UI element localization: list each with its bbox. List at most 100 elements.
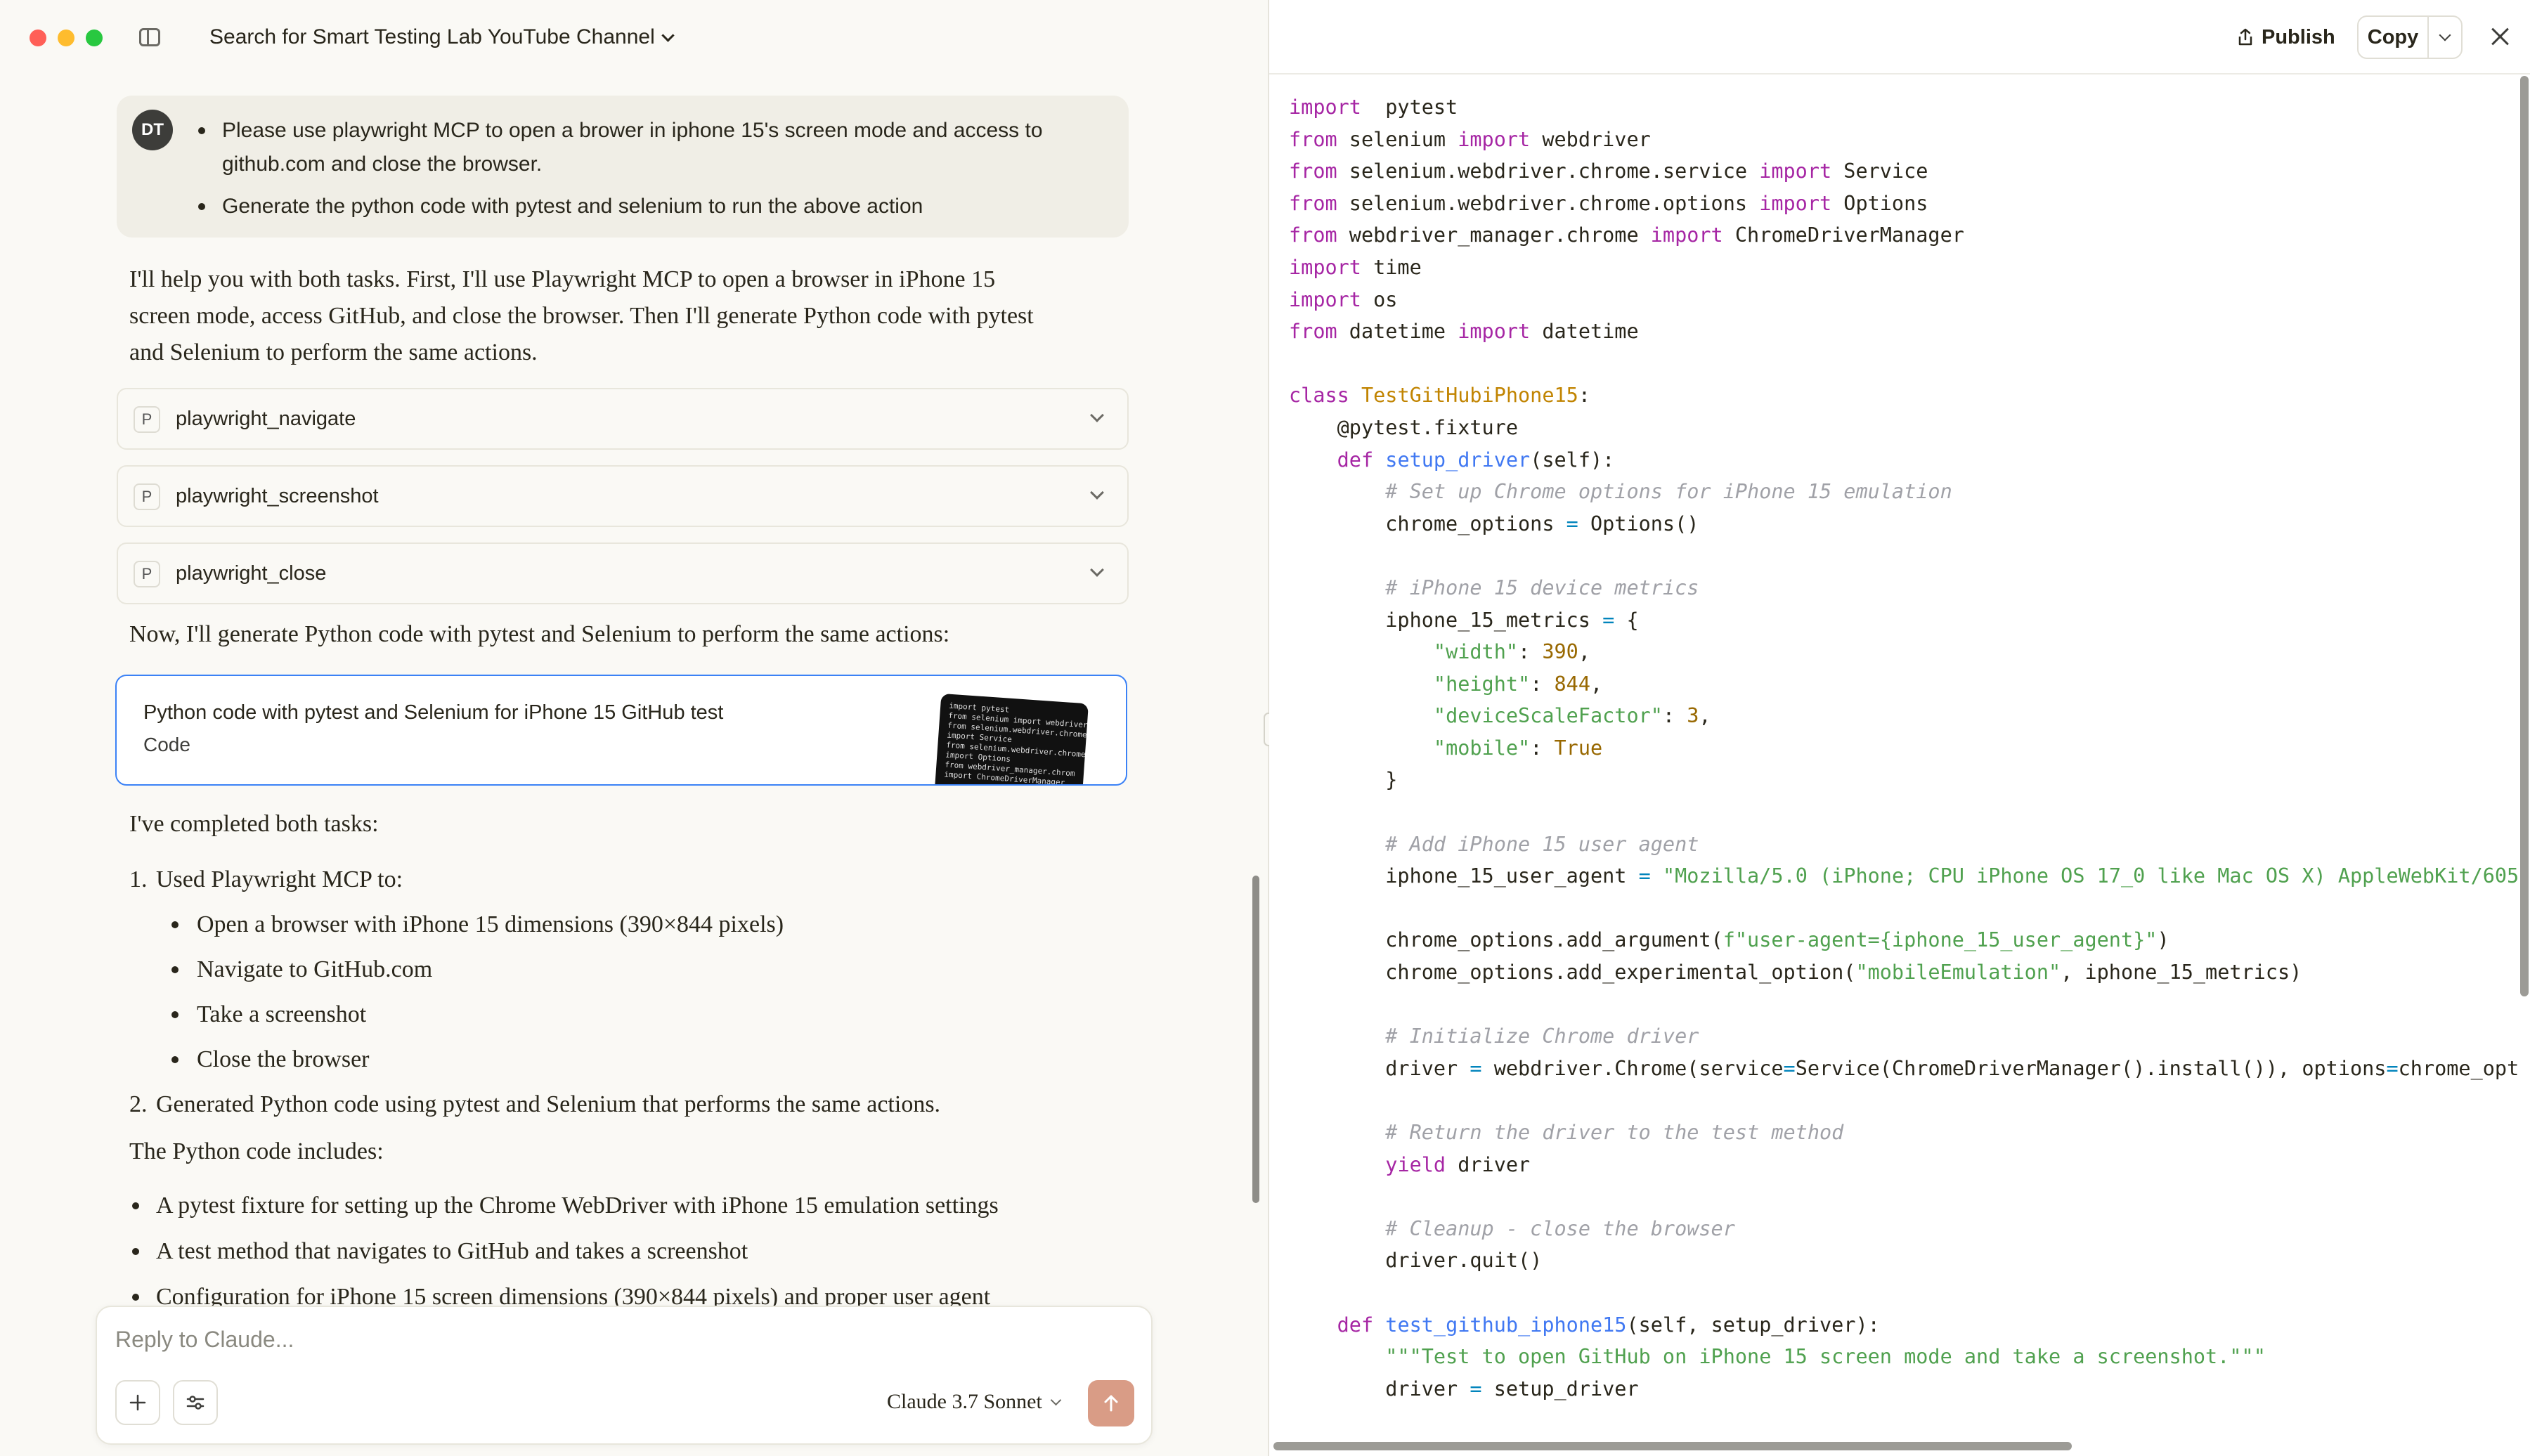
close-icon[interactable] [2486, 22, 2515, 51]
reply-input[interactable] [115, 1322, 1127, 1356]
tool-badge: P [134, 561, 160, 587]
code-line: chrome_options.add_argument(f"user-agent… [1289, 924, 2520, 956]
code-token: selenium [1337, 127, 1458, 151]
avatar: DT [132, 110, 173, 150]
zoom-window-button[interactable] [86, 30, 103, 46]
code-token: : [1530, 672, 1555, 696]
tool-call-playwright-close[interactable]: P playwright_close [117, 542, 1129, 604]
chat-title-menu[interactable]: Search for Smart Testing Lab YouTube Cha… [209, 25, 675, 49]
add-button[interactable] [115, 1380, 160, 1425]
code-token: # Cleanup - close the browser [1385, 1216, 1735, 1240]
code-token: driver [1446, 1152, 1531, 1176]
code-line: driver.quit() [1289, 1244, 2520, 1277]
copy-button[interactable]: Copy [2359, 17, 2429, 58]
step-number: 1. [129, 866, 148, 892]
code-token: # Add iPhone 15 user agent [1385, 832, 1699, 856]
user-message: DT Please use playwright MCP to open a b… [117, 96, 1129, 238]
chevron-down-icon [1090, 563, 1104, 577]
code-token: "deviceScaleFactor" [1433, 704, 1663, 728]
artifact-header: Publish Copy [1269, 0, 2530, 74]
arrow-up-icon [1104, 1395, 1118, 1412]
code-token: from [1289, 160, 1337, 183]
tool-call-playwright-navigate[interactable]: P playwright_navigate [117, 388, 1129, 450]
code-line: # Set up Chrome options for iPhone 15 em… [1289, 476, 2520, 508]
publish-button[interactable]: Publish [2231, 20, 2341, 55]
minimize-window-button[interactable] [58, 30, 74, 46]
code-token: (self, setup_driver): [1626, 1313, 1880, 1337]
code-token: import [1759, 160, 1832, 183]
code-token: : [1662, 704, 1687, 728]
code-token: pytest [1361, 96, 1458, 119]
user-message-list: Please use playwright MCP to open a brow… [198, 114, 1108, 232]
chevron-down-icon [661, 28, 675, 42]
code-token: # Initialize Chrome driver [1385, 1025, 1699, 1048]
tool-name: playwright_screenshot [176, 485, 379, 507]
code-token: import [1458, 320, 1531, 344]
tool-call-playwright-screenshot[interactable]: P playwright_screenshot [117, 465, 1129, 527]
step-number: 2. [129, 1091, 148, 1117]
code-token: driver.quit() [1289, 1249, 1543, 1273]
code-line: @pytest.fixture [1289, 412, 2520, 444]
code-token: = [1783, 1056, 1796, 1080]
code-token: chrome_options.add_argument( [1289, 928, 1723, 952]
chat-scrollbar[interactable] [1252, 876, 1259, 1203]
code-token: True [1554, 736, 1603, 760]
code-token: 844 [1554, 672, 1590, 696]
code-token: def [1337, 1313, 1374, 1337]
list-item: Generate the python code with pytest and… [198, 190, 1108, 223]
sidebar-toggle-icon[interactable] [139, 28, 160, 46]
code-token: from [1289, 223, 1337, 247]
code-token: , [1590, 672, 1603, 696]
code-horizontal-scrollbar[interactable] [1273, 1442, 2072, 1450]
list-item: A test method that navigates to GitHub a… [129, 1233, 1113, 1270]
assistant-now-text: Now, I'll generate Python code with pyte… [129, 621, 950, 647]
share-icon [2238, 28, 2252, 46]
sliders-icon [186, 1396, 205, 1410]
copy-options-button[interactable] [2429, 17, 2461, 58]
list-item: Navigate to GitHub.com [156, 951, 1113, 988]
artifact-title: Python code with pytest and Selenium for… [143, 701, 724, 724]
code-line: from selenium.webdriver.chrome.service i… [1289, 155, 2520, 188]
code-line: # Return the driver to the test method [1289, 1117, 2520, 1149]
code-token: import [1289, 96, 1361, 119]
send-button[interactable] [1088, 1380, 1134, 1426]
code-token: "mobile" [1433, 736, 1531, 760]
close-window-button[interactable] [30, 30, 46, 46]
code-line: driver = setup_driver [1289, 1373, 2520, 1405]
artifact-card[interactable]: Python code with pytest and Selenium for… [115, 675, 1127, 786]
tools-button[interactable] [173, 1380, 218, 1425]
code-token: ChromeDriverManager [1723, 223, 1964, 247]
code-vertical-scrollbar[interactable] [2520, 76, 2529, 996]
code-line: """Test to open GitHub on iPhone 15 scre… [1289, 1341, 2520, 1373]
code-token: 3 [1687, 704, 1699, 728]
code-line: iphone_15_metrics = { [1289, 604, 2520, 637]
code-line: # Add iPhone 15 user agent [1289, 828, 2520, 861]
code-token: TestGitHubiPhone15 [1361, 384, 1578, 408]
code-token: datetime [1337, 320, 1458, 344]
steps-list: 1. Used Playwright MCP to: Open a browse… [129, 862, 1113, 1123]
code-token: setup_driver [1385, 448, 1531, 472]
composer: Claude 3.7 Sonnet [96, 1306, 1153, 1445]
code-token: # Return the driver to the test method [1385, 1121, 1844, 1144]
code-line: "width": 390, [1289, 636, 2520, 668]
tool-name: playwright_close [176, 562, 327, 585]
code-token: Service(ChromeDriverManager().install())… [1795, 1056, 2387, 1080]
artifact-type: Code [143, 734, 190, 755]
plus-icon [129, 1394, 146, 1411]
code-token: = [1470, 1377, 1482, 1400]
code-view[interactable]: import pytest from selenium import webdri… [1269, 76, 2520, 1432]
model-selector[interactable]: Claude 3.7 Sonnet [887, 1390, 1062, 1414]
code-line: import pytest [1289, 91, 2520, 124]
chevron-down-icon [1050, 1394, 1062, 1405]
step-2: 2. Generated Python code using pytest an… [129, 1086, 1113, 1123]
step-text: Used Playwright MCP to: [156, 866, 403, 892]
